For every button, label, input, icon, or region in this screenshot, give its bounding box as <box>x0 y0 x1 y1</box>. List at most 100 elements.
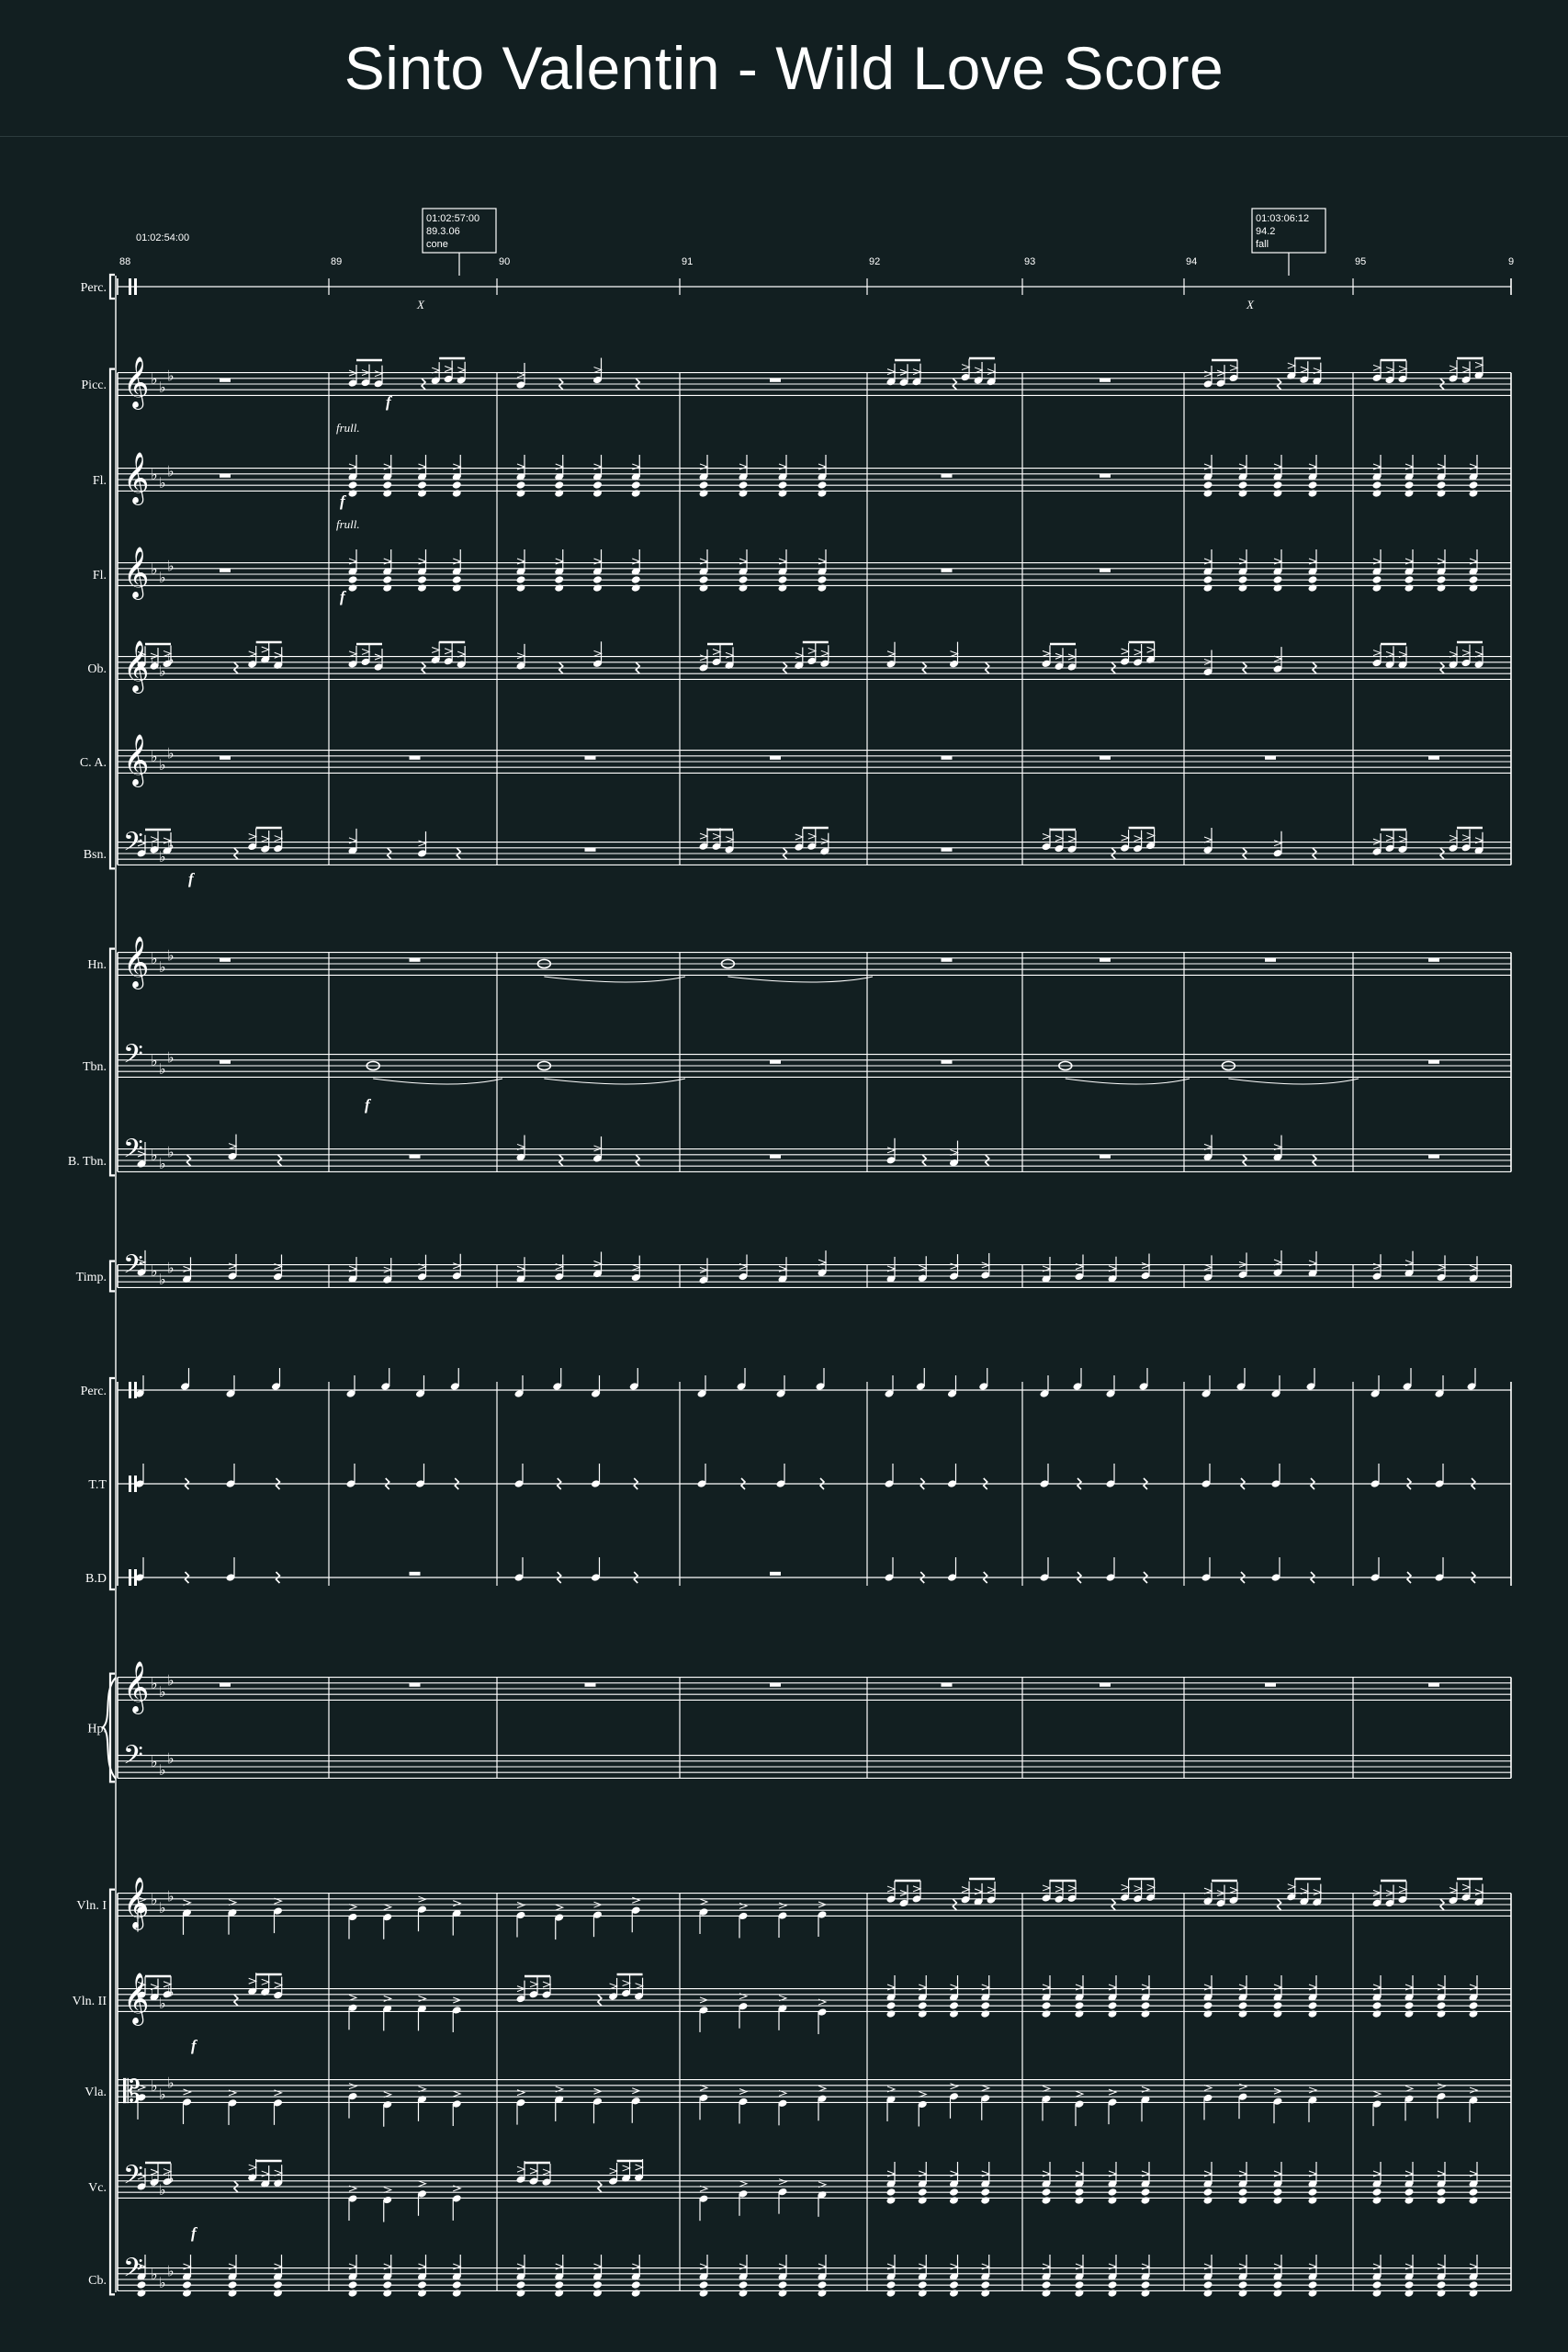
whole-rest <box>1100 1682 1111 1687</box>
flat-icon: ♭ <box>167 368 175 385</box>
note <box>1075 2290 1084 2297</box>
note <box>1273 647 1283 673</box>
dynamic-marking: f <box>340 492 347 510</box>
note <box>1437 2281 1446 2289</box>
flat-icon: ♭ <box>159 2086 166 2103</box>
note <box>1273 2010 1282 2018</box>
note <box>1449 359 1459 382</box>
note <box>1398 360 1408 383</box>
whole-rest <box>1100 378 1111 382</box>
system-bracket <box>108 947 115 1177</box>
clef-icon: 𝄞 <box>123 734 149 787</box>
note <box>739 490 748 497</box>
flat-icon: ♭ <box>159 569 166 586</box>
note <box>699 2281 708 2289</box>
clef-icon: 𝄞 <box>123 452 149 505</box>
note <box>1308 2086 1318 2122</box>
note <box>1201 1375 1211 1397</box>
note <box>516 362 526 389</box>
whole-rest <box>584 755 596 760</box>
note <box>1121 1879 1131 1901</box>
system-bracket <box>108 1260 115 1293</box>
note <box>1238 584 1247 592</box>
note <box>979 1368 988 1390</box>
note <box>981 2281 990 2289</box>
note <box>739 1993 749 2029</box>
dynamic-marking: f <box>340 588 347 605</box>
note <box>555 584 564 592</box>
note <box>348 2290 357 2297</box>
note <box>1372 576 1382 583</box>
note <box>1385 830 1395 852</box>
tie <box>1228 1078 1359 1085</box>
note <box>1474 831 1484 854</box>
staff-9: 𝄢 ♭ ♭♭ <box>118 1134 1511 1172</box>
note <box>1203 2188 1213 2196</box>
tie <box>1065 1078 1190 1085</box>
note <box>778 490 787 497</box>
note <box>1273 2087 1283 2124</box>
note <box>1287 1878 1297 1901</box>
note <box>1449 830 1459 852</box>
note <box>418 576 426 583</box>
note <box>631 584 640 592</box>
whole-rest <box>770 1154 781 1159</box>
note <box>1273 584 1282 592</box>
note <box>348 2185 358 2222</box>
note <box>1141 2086 1151 2122</box>
note <box>818 584 827 592</box>
note <box>1469 2197 1478 2204</box>
note <box>981 2010 990 2018</box>
flat-icon: ♭ <box>151 370 158 388</box>
staff-0 <box>118 278 1511 295</box>
note <box>950 2281 958 2289</box>
note <box>699 2185 709 2222</box>
note <box>1474 1883 1484 1906</box>
note <box>228 1134 238 1160</box>
note <box>348 576 357 583</box>
note <box>1308 2281 1317 2289</box>
note <box>542 1976 552 1998</box>
note <box>416 1375 425 1397</box>
note <box>1040 1557 1049 1581</box>
note <box>918 2290 927 2297</box>
note <box>1461 644 1472 667</box>
note <box>816 1368 825 1390</box>
whole-rest <box>1428 1154 1439 1159</box>
instrument-label: Tbn. <box>83 1060 107 1074</box>
note <box>631 490 640 497</box>
note <box>807 642 818 665</box>
note <box>1404 584 1414 592</box>
note <box>1121 830 1131 852</box>
whole-rest <box>1265 957 1276 962</box>
flat-icon: ♭ <box>151 2077 158 2095</box>
flat-icon: ♭ <box>159 756 166 774</box>
note <box>1437 1255 1447 1281</box>
note <box>1201 1464 1211 1487</box>
clef-icon: 𝄢 <box>123 1740 143 1777</box>
note <box>886 2086 897 2121</box>
note <box>593 2281 602 2289</box>
note <box>778 2178 788 2214</box>
note <box>795 829 805 851</box>
clef-icon: 𝄞 <box>123 1661 149 1714</box>
note <box>452 1996 462 2032</box>
system-bracket <box>108 273 115 300</box>
note <box>886 2010 896 2018</box>
note <box>886 363 897 386</box>
note <box>1437 2010 1446 2018</box>
note <box>592 1901 603 1938</box>
note <box>444 642 454 665</box>
note <box>1372 2281 1382 2289</box>
note <box>516 490 525 497</box>
note <box>885 1464 894 1487</box>
note <box>593 576 602 583</box>
note <box>1372 359 1382 381</box>
note <box>818 1998 828 2035</box>
staff-11 <box>118 1382 1511 1398</box>
instrument-label: Fl. <box>93 474 107 488</box>
note <box>383 1258 393 1283</box>
note <box>1108 2002 1117 2009</box>
note <box>1055 1881 1065 1903</box>
note <box>1271 1464 1280 1487</box>
